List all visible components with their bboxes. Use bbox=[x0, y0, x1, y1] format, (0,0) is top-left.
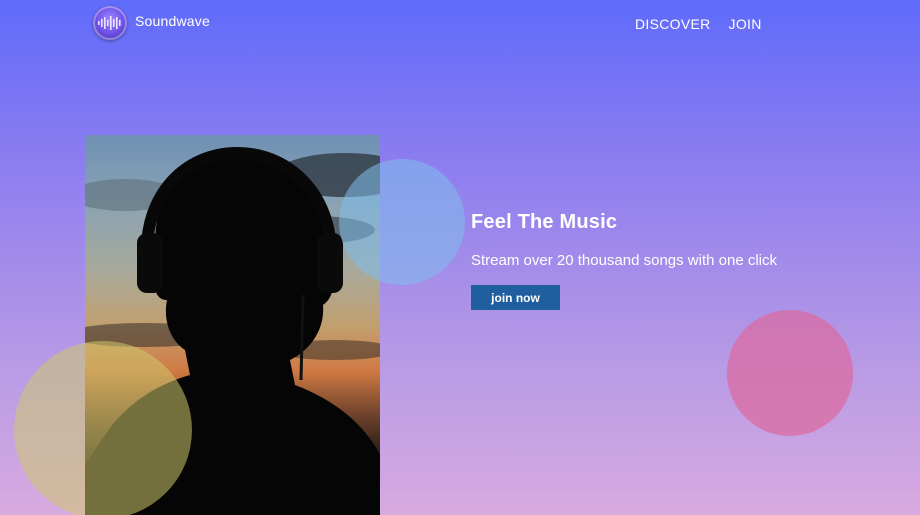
landing-page: Soundwave DISCOVER JOIN Feel The Music S… bbox=[0, 0, 920, 515]
hero-title: Feel The Music bbox=[471, 211, 618, 233]
decorative-circle-yellow bbox=[14, 341, 192, 515]
nav-link-join[interactable]: JOIN bbox=[729, 16, 762, 32]
brand-name: Soundwave bbox=[135, 13, 210, 29]
hero-subtitle: Stream over 20 thousand songs with one c… bbox=[471, 252, 777, 269]
soundwave-logo-icon bbox=[93, 6, 127, 40]
decorative-circle-blue bbox=[339, 159, 465, 285]
decorative-circle-pink bbox=[727, 310, 853, 436]
brand-logo[interactable]: Soundwave bbox=[93, 6, 210, 40]
main-nav: DISCOVER JOIN bbox=[635, 16, 762, 32]
join-now-button[interactable]: join now bbox=[471, 285, 560, 310]
nav-link-discover[interactable]: DISCOVER bbox=[635, 16, 711, 32]
